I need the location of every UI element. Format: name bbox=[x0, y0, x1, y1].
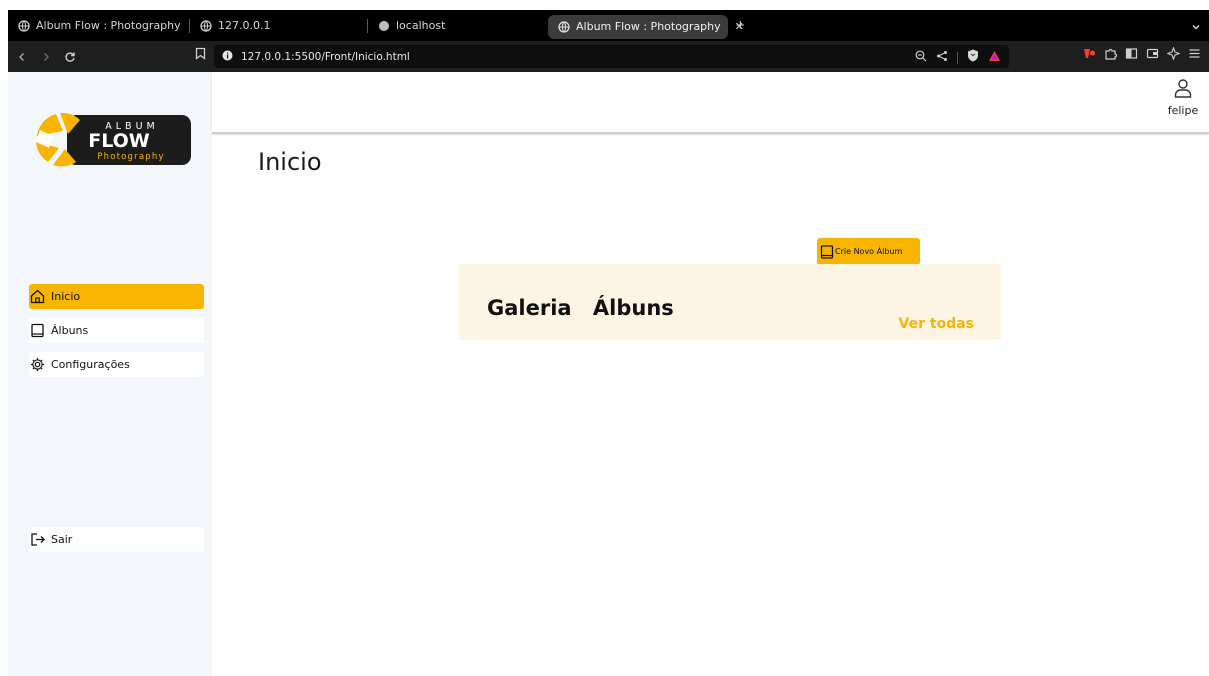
back-icon[interactable] bbox=[12, 47, 32, 67]
leo-ai-icon[interactable] bbox=[1166, 46, 1181, 65]
chevron-down-icon[interactable] bbox=[1191, 19, 1201, 37]
share-icon[interactable] bbox=[936, 49, 948, 67]
browser-tab[interactable]: 127.0.0.1 bbox=[190, 10, 368, 41]
user-name: felipe bbox=[1167, 104, 1199, 117]
divider bbox=[957, 52, 958, 64]
sidebar-item-label: Configurações bbox=[51, 358, 130, 371]
album-flow-logo: ALBUM FLOW Photography bbox=[36, 112, 191, 167]
extension-toolbar bbox=[1083, 46, 1201, 65]
tab-title: Album Flow : Photography bbox=[576, 20, 721, 33]
sidebar-item-albuns[interactable]: Álbuns bbox=[29, 318, 204, 343]
tab-title: 127.0.0.1 bbox=[218, 19, 271, 32]
reload-icon[interactable] bbox=[60, 47, 80, 67]
logout-label: Sair bbox=[51, 533, 73, 546]
logo-line2: FLOW bbox=[88, 130, 150, 152]
circle-icon bbox=[378, 20, 390, 32]
extension-red-icon[interactable] bbox=[1083, 47, 1096, 65]
tab-title: localhost bbox=[396, 19, 446, 32]
forward-icon[interactable] bbox=[36, 47, 56, 67]
wallet-icon[interactable] bbox=[1146, 47, 1159, 65]
web-page: ALBUM FLOW Photography Inicio Álbuns Con… bbox=[8, 72, 1209, 676]
logout-button[interactable]: Sair bbox=[29, 527, 204, 552]
browser-tab-active[interactable]: Album Flow : Photography ✕ bbox=[548, 14, 744, 39]
gallery-panel: Galeria Álbuns Ver todas bbox=[459, 264, 1001, 340]
brave-rewards-icon[interactable] bbox=[988, 49, 1001, 67]
puzzle-icon[interactable] bbox=[1104, 47, 1118, 65]
create-album-label: Crie Novo Álbum bbox=[835, 247, 903, 256]
page-title: Inicio bbox=[258, 148, 322, 176]
top-header: felipe bbox=[212, 72, 1209, 134]
logo-line3: Photography bbox=[97, 152, 164, 162]
book-icon bbox=[29, 323, 45, 339]
user-menu[interactable]: felipe bbox=[1163, 78, 1203, 117]
sidebar-item-label: Inicio bbox=[51, 290, 81, 303]
sidebar-item-configuracoes[interactable]: Configurações bbox=[29, 352, 204, 377]
menu-icon[interactable] bbox=[1188, 47, 1201, 65]
zoom-icon[interactable] bbox=[915, 49, 927, 67]
book-icon bbox=[820, 244, 834, 259]
close-icon[interactable]: ✕ bbox=[735, 20, 744, 33]
browser-toolbar: 127.0.0.1:5500/Front/Inicio.html bbox=[8, 41, 1209, 72]
browser-tab[interactable]: localhost bbox=[368, 10, 548, 41]
sidebar-toggle-icon[interactable] bbox=[1125, 47, 1138, 65]
sidebar: ALBUM FLOW Photography Inicio Álbuns Con… bbox=[8, 72, 212, 676]
tab-title: Album Flow : Photography bbox=[36, 19, 181, 32]
url-actions bbox=[915, 49, 1001, 67]
globe-icon bbox=[558, 20, 570, 33]
brave-shield-icon[interactable] bbox=[967, 49, 979, 67]
browser-tab-bar: Album Flow : Photography 127.0.0.1 local… bbox=[8, 10, 1209, 41]
gear-icon bbox=[29, 357, 45, 373]
bookmark-icon[interactable] bbox=[195, 47, 206, 65]
address-bar[interactable]: 127.0.0.1:5500/Front/Inicio.html bbox=[214, 45, 1009, 68]
create-album-button[interactable]: Crie Novo Álbum bbox=[817, 238, 920, 265]
see-all-link[interactable]: Ver todas bbox=[899, 316, 974, 332]
sidebar-item-inicio[interactable]: Inicio bbox=[29, 284, 204, 309]
sidebar-item-label: Álbuns bbox=[51, 324, 89, 337]
gallery-title: Galeria Álbuns bbox=[487, 296, 674, 320]
globe-icon bbox=[18, 19, 30, 32]
frame-top bbox=[0, 0, 1209, 10]
url-text: 127.0.0.1:5500/Front/Inicio.html bbox=[241, 50, 410, 63]
user-icon bbox=[1174, 79, 1192, 102]
home-icon bbox=[29, 289, 45, 305]
browser-tab[interactable]: Album Flow : Photography bbox=[8, 10, 190, 41]
info-icon[interactable] bbox=[222, 48, 233, 66]
logout-icon bbox=[29, 532, 45, 548]
globe-icon bbox=[200, 19, 212, 32]
